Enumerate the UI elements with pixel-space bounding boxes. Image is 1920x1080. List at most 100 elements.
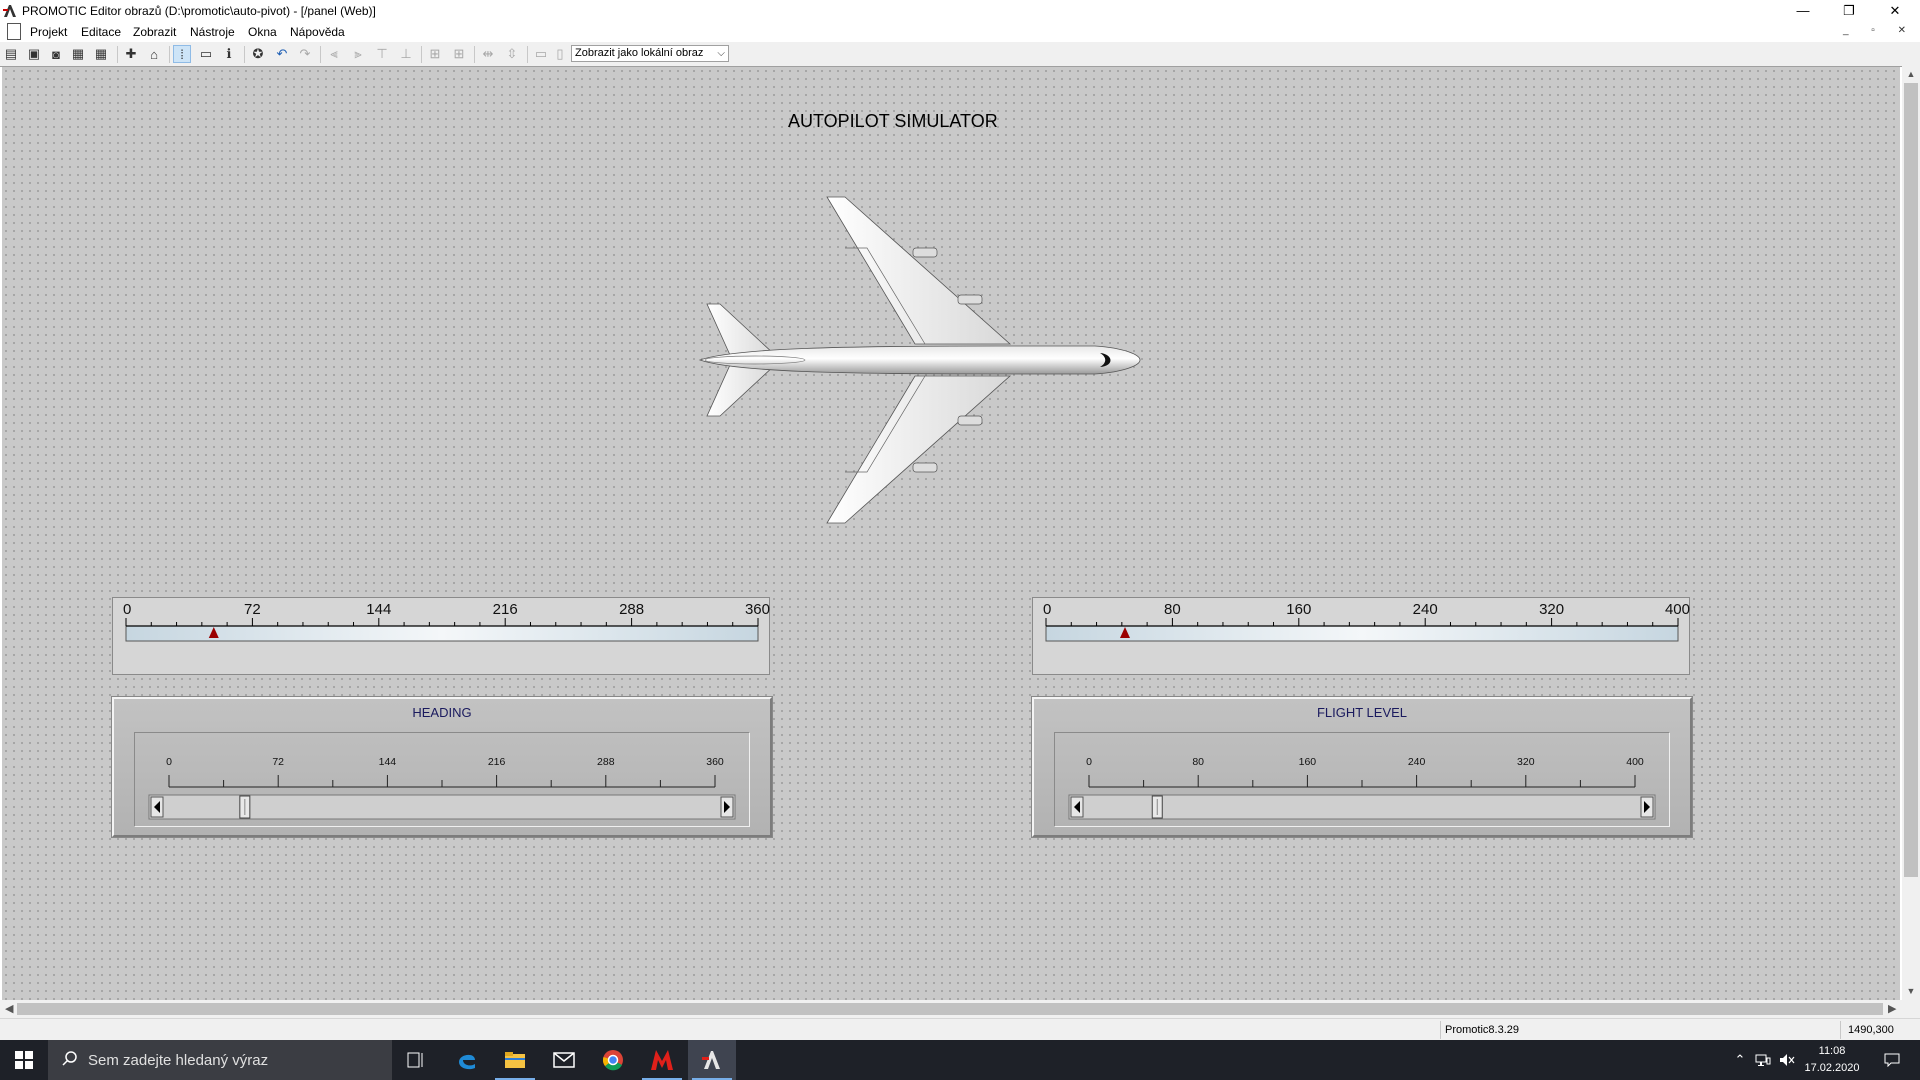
undo-icon[interactable]: ↶: [273, 45, 291, 63]
flight-level-indicator-tick-label: 0: [1043, 601, 1051, 618]
heading-scale: 0 72 144 216 288 360: [123, 601, 770, 642]
search-icon: [62, 1051, 77, 1066]
flight-level-group: FLIGHT LEVEL 0 80 160 240 320 400: [1032, 697, 1692, 837]
scroll-left-icon[interactable]: ◀: [5, 1002, 13, 1015]
flight-level-tick-label: 240: [1408, 756, 1426, 768]
flight-level-indicator-bar: [1045, 625, 1679, 642]
same-width-icon[interactable]: ▭: [532, 45, 550, 63]
flight-level-indicator: 0 80 160 240 320 400: [1032, 597, 1690, 675]
menu-okna[interactable]: Okna: [248, 25, 277, 39]
promotic-editor-taskbar-icon[interactable]: [688, 1040, 736, 1080]
heading-tick-label: 72: [272, 756, 284, 768]
menu-projekt[interactable]: Projekt: [30, 25, 67, 39]
toolbar: ▤ ▣ ◙ ▦ ▦ ✚ ⌂ ⁞ ▭ ℹ ✪ ↶ ↷ ⫷ ⫸ ⊤ ⊥ ⊞ ⊞ ⇹ …: [0, 42, 1920, 67]
heading-tick-label: 360: [706, 756, 724, 768]
volume-muted-icon[interactable]: [1776, 1040, 1798, 1080]
heading-indicator-tick-label: 216: [493, 601, 518, 618]
flight-level-title: FLIGHT LEVEL: [1316, 705, 1408, 720]
menu-napoveda[interactable]: Nápověda: [290, 25, 345, 39]
flight-level-indicator-tick-label: 400: [1665, 601, 1690, 618]
task-view-icon[interactable]: [392, 1040, 440, 1080]
horizontal-scroll-thumb[interactable]: [17, 1003, 1883, 1015]
flight-level-slider[interactable]: 0 80 160 240 320 400: [1055, 733, 1669, 826]
grid2-icon[interactable]: ▦: [92, 45, 110, 63]
flight-level-tick-label: 80: [1192, 756, 1204, 768]
clock-time: 11:08: [1818, 1045, 1846, 1057]
scroll-right-icon[interactable]: ▶: [1888, 1002, 1896, 1015]
redo-icon[interactable]: ↷: [296, 45, 314, 63]
menu-nastroje[interactable]: Nástroje: [190, 25, 235, 39]
heading-indicator: 0 72 144 216 288 360: [112, 597, 770, 675]
center-h-icon[interactable]: ⊞: [426, 45, 444, 63]
flight-level-indicator-tick-label: 320: [1539, 601, 1564, 618]
center-v-icon[interactable]: ⊞: [450, 45, 468, 63]
vertical-scrollbar[interactable]: ▲ ▼: [1902, 66, 1920, 1000]
document-icon[interactable]: [7, 23, 21, 40]
mdi-window-controls[interactable]: _ ▫ ✕: [1843, 25, 1916, 36]
flight-level-slider-frame: 0 80 160 240 320 400: [1054, 732, 1670, 827]
menu-bar: Projekt Editace Zobrazit Nástroje Okna N…: [0, 22, 1920, 42]
heading-indicator-tick-label: 144: [366, 601, 391, 618]
align-right-icon[interactable]: ⫸: [349, 45, 367, 63]
horizontal-scrollbar[interactable]: ◀ ▶: [0, 1000, 1902, 1018]
heading-indicator-tick-label: 288: [619, 601, 644, 618]
align-top-icon[interactable]: ⊤: [373, 45, 391, 63]
taskbar-clock[interactable]: 11:08 17.02.2020: [1800, 1043, 1864, 1077]
globe-icon[interactable]: ✪: [249, 45, 267, 63]
taskbar: Sem zadejte hledaný výraz ⌃ 11:08 17.02.…: [0, 1040, 1920, 1080]
scroll-up-icon[interactable]: ▲: [1902, 69, 1920, 79]
tray-chevron-up-icon[interactable]: ⌃: [1730, 1040, 1750, 1080]
edge-icon[interactable]: [443, 1040, 491, 1080]
promotic-app-icon: [3, 5, 16, 17]
space-v-icon[interactable]: ⇳: [503, 45, 521, 63]
taskbar-search[interactable]: Sem zadejte hledaný výraz: [48, 1040, 392, 1080]
close-button[interactable]: ✕: [1872, 0, 1918, 22]
flight-level-tick-label: 400: [1626, 756, 1644, 768]
promotic-red-icon[interactable]: [638, 1040, 686, 1080]
grid-icon[interactable]: ▦: [69, 45, 87, 63]
save-icon[interactable]: ▣: [25, 45, 43, 63]
add-icon[interactable]: ✚: [122, 45, 140, 63]
flight-level-tick-label: 0: [1086, 756, 1092, 768]
menu-editace[interactable]: Editace: [81, 25, 121, 39]
flight-level-indicator-tick-label: 80: [1164, 601, 1181, 618]
heading-slider-track: [148, 794, 736, 820]
view-mode-select[interactable]: Zobrazit jako lokální obraz ⌵: [571, 45, 729, 62]
heading-slider[interactable]: 0 72 144 216 288 360: [135, 733, 749, 826]
airplane-graphic[interactable]: [695, 190, 1145, 530]
heading-tick-label: 144: [379, 756, 397, 768]
new-image-icon[interactable]: ▤: [2, 45, 20, 63]
menu-zobrazit[interactable]: Zobrazit: [133, 25, 176, 39]
status-coordinates: 1490,300: [1848, 1024, 1894, 1036]
same-height-icon[interactable]: ▯: [551, 45, 569, 63]
simulator-title: AUTOPILOT SIMULATOR: [788, 111, 998, 131]
scroll-down-icon[interactable]: ▼: [1902, 986, 1920, 996]
space-h-icon[interactable]: ⇹: [479, 45, 497, 63]
heading-title: HEADING: [412, 705, 472, 720]
network-icon[interactable]: [1752, 1040, 1774, 1080]
file-explorer-icon[interactable]: [491, 1040, 539, 1080]
align-left-icon[interactable]: ⫷: [325, 45, 343, 63]
flight-level-tick-label: 160: [1299, 756, 1317, 768]
heading-indicator-tick-label: 0: [123, 601, 131, 618]
snap-grid-icon[interactable]: ⁞: [173, 45, 191, 63]
home-icon[interactable]: ⌂: [145, 45, 163, 63]
flight-level-tick-label: 320: [1517, 756, 1535, 768]
chrome-icon[interactable]: [589, 1040, 637, 1080]
minimize-button[interactable]: —: [1780, 0, 1826, 22]
vertical-scroll-thumb[interactable]: [1904, 83, 1918, 877]
panel-icon[interactable]: ▭: [197, 45, 215, 63]
heading-indicator-bar: [125, 625, 759, 642]
save-all-icon[interactable]: ◙: [47, 45, 65, 63]
mail-icon[interactable]: [540, 1040, 588, 1080]
heading-indicator-tick-label: 72: [244, 601, 261, 618]
start-button[interactable]: [0, 1040, 48, 1080]
notifications-icon[interactable]: [1872, 1040, 1912, 1080]
heading-tick-label: 288: [597, 756, 615, 768]
title-bar: PROMOTIC Editor obrazů (D:\promotic\auto…: [0, 0, 1920, 22]
chevron-down-icon: ⌵: [717, 48, 725, 59]
heading-tick-label: 216: [488, 756, 506, 768]
info-icon[interactable]: ℹ: [220, 45, 238, 63]
align-bottom-icon[interactable]: ⊥: [397, 45, 415, 63]
restore-button[interactable]: ❐: [1826, 0, 1872, 22]
